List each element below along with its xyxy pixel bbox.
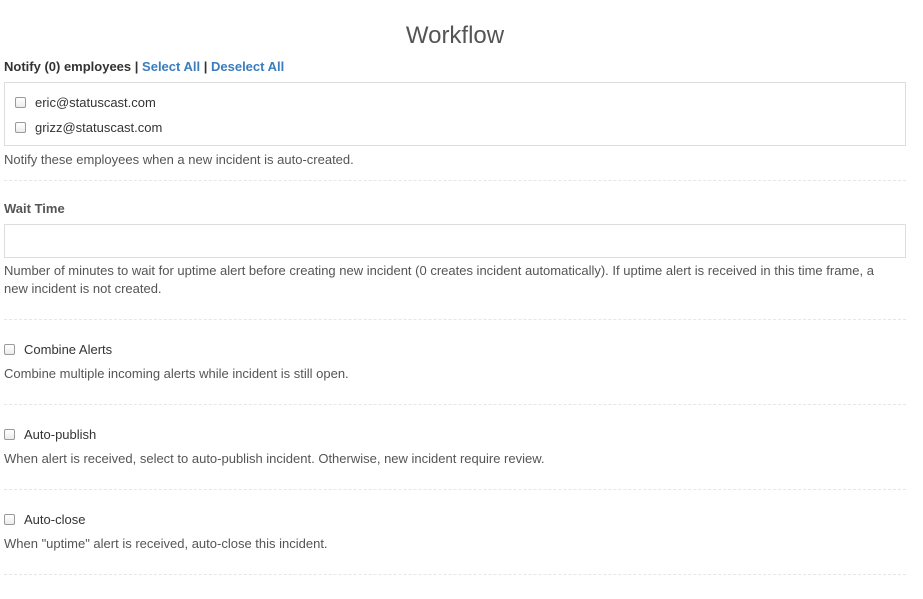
section-divider bbox=[4, 404, 906, 405]
section-divider bbox=[4, 489, 906, 490]
auto-close-option[interactable]: Auto-close bbox=[4, 510, 906, 528]
select-all-link[interactable]: Select All bbox=[142, 59, 200, 74]
combine-alerts-label: Combine Alerts bbox=[24, 341, 113, 357]
wait-time-help-line: new incident is not created. bbox=[4, 281, 162, 296]
deselect-all-link[interactable]: Deselect All bbox=[211, 59, 284, 74]
employee-item[interactable]: grizz@statuscast.com bbox=[15, 115, 905, 140]
employee-item[interactable]: eric@statuscast.com bbox=[15, 90, 905, 115]
employee-list: eric@statuscast.com grizz@statuscast.com bbox=[4, 82, 906, 146]
wait-time-input[interactable] bbox=[4, 224, 906, 258]
separator: | bbox=[134, 59, 139, 74]
section-divider bbox=[4, 574, 906, 575]
auto-publish-checkbox[interactable] bbox=[4, 428, 15, 440]
employee-checkbox[interactable] bbox=[15, 122, 26, 133]
section-divider bbox=[4, 180, 906, 181]
employee-email: eric@statuscast.com bbox=[35, 95, 156, 110]
separator: | bbox=[203, 59, 208, 74]
auto-publish-label: Auto-publish bbox=[24, 426, 97, 442]
wait-time-help-text: Number of minutes to wait for uptime ale… bbox=[4, 262, 906, 298]
employee-checkbox[interactable] bbox=[15, 97, 26, 108]
auto-close-checkbox[interactable] bbox=[4, 513, 15, 525]
notify-label: Notify (0) employees bbox=[4, 59, 132, 74]
employee-email: grizz@statuscast.com bbox=[35, 120, 163, 135]
wait-time-help-line: Number of minutes to wait for uptime ale… bbox=[4, 263, 874, 278]
page-title: Workflow bbox=[405, 22, 505, 49]
auto-close-help-text: When "uptime" alert is received, auto-cl… bbox=[4, 536, 328, 551]
section-divider bbox=[4, 319, 906, 320]
combine-alerts-option[interactable]: Combine Alerts bbox=[4, 340, 906, 358]
auto-publish-option[interactable]: Auto-publish bbox=[4, 425, 906, 443]
combine-alerts-checkbox[interactable] bbox=[4, 343, 15, 355]
auto-publish-help-text: When alert is received, select to auto-p… bbox=[4, 451, 545, 466]
combine-alerts-help-text: Combine multiple incoming alerts while i… bbox=[4, 366, 349, 381]
notify-header: Notify (0) employees | Select All | Dese… bbox=[4, 58, 906, 75]
notify-help-text: Notify these employees when a new incide… bbox=[4, 152, 354, 167]
wait-time-label: Wait Time bbox=[4, 201, 65, 216]
auto-close-label: Auto-close bbox=[24, 511, 86, 527]
workflow-page: Workflow Notify (0) employees | Select A… bbox=[4, 0, 906, 575]
